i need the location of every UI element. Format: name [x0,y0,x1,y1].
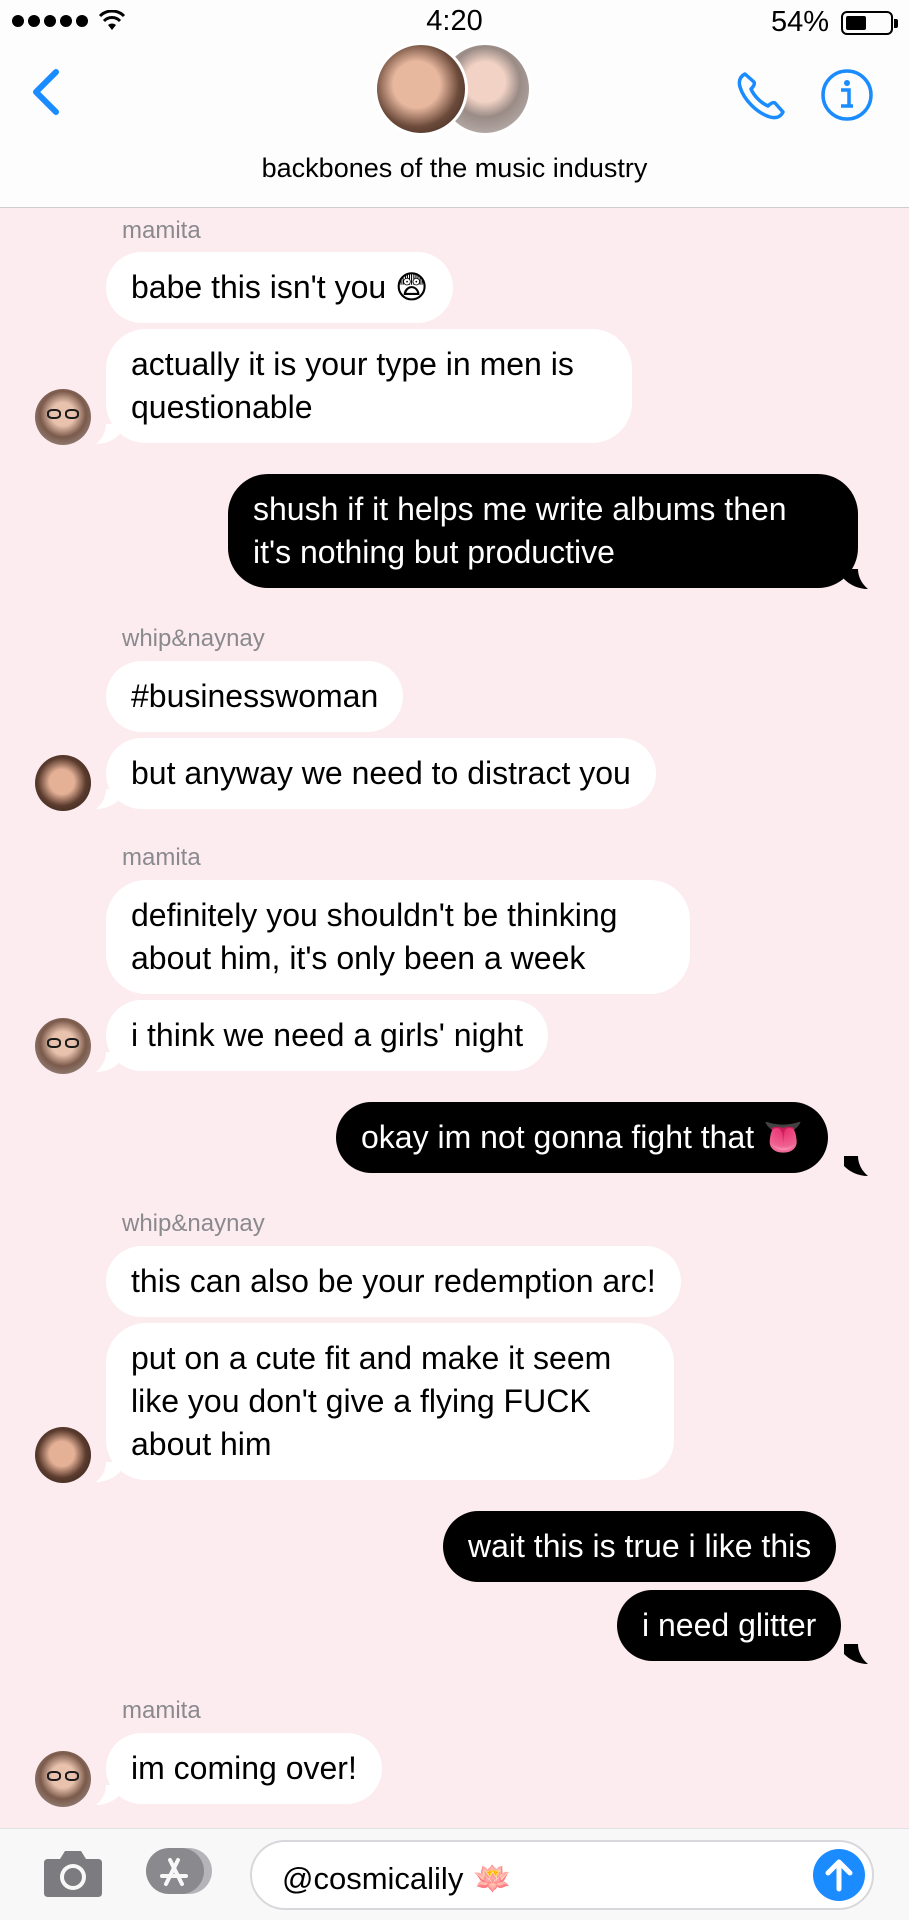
sender-label: whip&naynay [122,1210,265,1237]
sender-label: whip&naynay [122,625,265,652]
sender-label: mamita [122,844,201,871]
outgoing-message[interactable]: i need glitter [617,1590,842,1661]
avatar-mamita[interactable] [35,1751,91,1807]
incoming-message[interactable]: #businesswoman [106,661,404,732]
send-arrow-icon [825,1859,853,1892]
message-input-value: @cosmicalily [282,1860,464,1896]
bubble-tail [844,569,868,589]
incoming-message[interactable]: babe this isn't you 😨 [106,252,454,323]
send-button[interactable] [813,1849,865,1901]
info-icon[interactable] [820,68,874,122]
bubble-tail [844,1156,868,1176]
message-composer: @cosmicalily 🪷 [0,1828,909,1920]
avatar-whip-naynay [374,42,468,136]
incoming-message[interactable]: i think we need a girls' night [106,1000,549,1071]
bubble-tail [96,1462,120,1482]
bubble-tail [96,789,120,809]
lotus-emoji: 🪷 [473,1861,512,1896]
camera-icon[interactable] [42,1845,104,1901]
outgoing-message[interactable]: shush if it helps me write albums then i… [228,474,858,588]
incoming-message[interactable]: but anyway we need to distract you [106,738,656,809]
sender-label: mamita [122,217,201,244]
incoming-message[interactable]: im coming over! [106,1733,382,1804]
phone-icon[interactable] [733,68,789,124]
outgoing-message[interactable]: wait this is true i like this [443,1511,837,1582]
battery-percent: 54% [770,6,829,38]
incoming-message[interactable]: actually it is your type in men is quest… [106,329,632,443]
conversation-header: 4:20 54% backbones of the music industry [0,0,909,208]
bubble-tail [844,1644,868,1664]
avatar-whip-naynay[interactable] [35,755,91,811]
message-input[interactable]: @cosmicalily 🪷 [250,1840,874,1910]
group-avatars[interactable] [374,42,536,138]
battery-icon [841,11,898,35]
status-bar: 4:20 54% [0,0,909,44]
avatar-whip-naynay[interactable] [35,1427,91,1483]
bubble-tail [96,1785,120,1805]
incoming-message[interactable]: definitely you shouldn't be thinking abo… [106,880,690,994]
outgoing-message[interactable]: okay im not gonna fight that 👅 [336,1102,828,1173]
incoming-message[interactable]: this can also be your redemption arc! [106,1246,681,1317]
incoming-message[interactable]: put on a cute fit and make it seem like … [106,1323,674,1480]
bubble-tail [96,1052,120,1072]
avatar-mamita[interactable] [35,1018,91,1074]
bubble-tail [96,424,120,444]
app-store-icon[interactable] [144,1846,216,1896]
sender-label: mamita [122,1697,201,1724]
group-name[interactable]: backbones of the music industry [0,153,909,184]
back-chevron-icon[interactable] [26,64,66,120]
avatar-mamita[interactable] [35,389,91,445]
